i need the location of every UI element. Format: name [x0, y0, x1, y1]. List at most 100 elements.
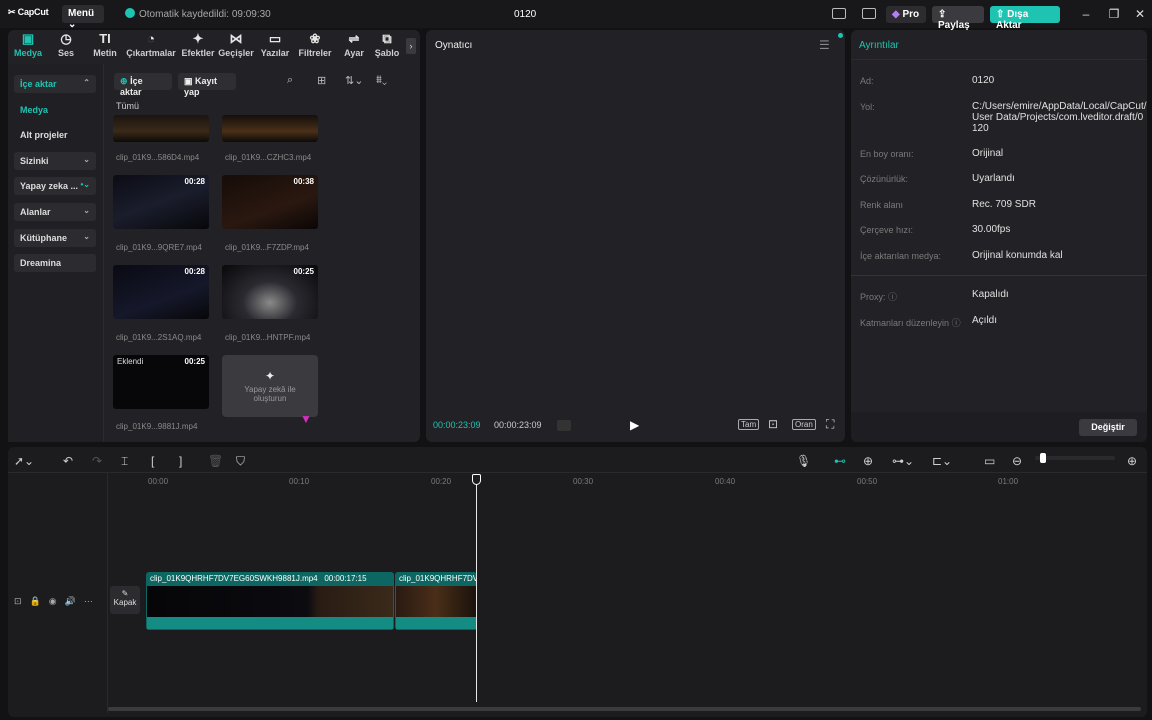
media-thumb[interactable]: Eklendi 00:25 — [113, 355, 209, 409]
search-icon[interactable]: ⌕ — [287, 74, 293, 87]
autosave-status: Otomatik kaydedildi: 09:09:30 — [125, 8, 271, 20]
sidebar-item-dreamina[interactable]: Dreamina — [14, 254, 96, 272]
filters-icon: ❀ — [309, 31, 321, 46]
zoom-slider-handle[interactable] — [1040, 453, 1046, 463]
media-thumb[interactable] — [113, 115, 209, 142]
lock-icon[interactable]: 🔒 — [30, 596, 49, 606]
menu-label: Menü — [68, 8, 95, 19]
tab-captions[interactable]: ▭ Yazılar — [255, 30, 295, 64]
sidebar-item-yours[interactable]: Sizinki ⌄ — [14, 152, 96, 170]
magnet-icon[interactable]: ⊷ — [834, 454, 846, 468]
media-clip-name: clip_01K9...586D4.mp4 — [116, 153, 200, 162]
pro-button[interactable]: ◆ Pro — [886, 6, 926, 23]
filter-icon[interactable]: ⩩⌄ — [376, 74, 387, 87]
tab-effects[interactable]: ✦ Efektler — [178, 30, 218, 64]
detail-value: Rec. 709 SDR — [972, 199, 1036, 210]
ai-create-card[interactable]: ✦ Yapay zekâ ile oluşturun — [222, 355, 318, 417]
media-clip-name: clip_01K9...HNTPF.mp4 — [225, 333, 311, 342]
sidebar-item-spaces[interactable]: Alanlar ⌄ — [14, 203, 96, 221]
tab-media[interactable]: ▣ Medya — [8, 30, 48, 64]
sidebar-item-library[interactable]: Kütüphane ⌄ — [14, 229, 96, 247]
microphone-icon[interactable]: 🎙 — [796, 454, 811, 468]
trim-right-icon[interactable]: ] — [179, 454, 182, 468]
layout-icon[interactable] — [832, 8, 846, 19]
zoom-in-icon[interactable]: ⊕ — [1127, 454, 1137, 468]
media-thumb[interactable] — [222, 115, 318, 142]
sidebar-item-media[interactable]: Medya — [14, 101, 96, 119]
tab-stickers[interactable]: ◔ Çıkartmalar — [126, 30, 176, 64]
clip-name: clip_01K9QHRHF7DV7EG60SWKH9881J.mp4 — [150, 574, 318, 583]
detail-value: Kapalıdı — [972, 289, 1009, 300]
timeline-clip[interactable]: clip_01K9QHRHF7DV7EG60SWKH9881J.mp4 00:0… — [146, 572, 394, 630]
tab-audio[interactable]: ◷ Ses — [46, 30, 86, 64]
tab-filters-label: Filtreler — [298, 48, 332, 58]
media-thumb[interactable]: 00:38 — [222, 175, 318, 229]
eye-icon[interactable]: ◉ — [49, 596, 65, 606]
zoom-out-icon[interactable]: ⊖ — [1012, 454, 1022, 468]
close-icon[interactable]: ✕ — [1132, 6, 1148, 22]
tab-transitions[interactable]: ⋈ Geçişler — [216, 30, 256, 64]
clip-duration: 00:00:17:15 — [324, 574, 367, 583]
tab-text[interactable]: TI Metin — [85, 30, 125, 64]
playhead-handle[interactable] — [472, 474, 481, 485]
select-tool-icon[interactable]: ➚⌄ — [14, 454, 34, 468]
snapshot-icon[interactable]: ⊡ — [768, 417, 778, 431]
ratio-button[interactable]: Oran — [792, 419, 816, 430]
audio-icon[interactable]: 🔊 — [65, 596, 84, 606]
cover-button[interactable]: ✎ Kapak — [110, 586, 140, 614]
shield-icon[interactable]: ⛉ — [236, 454, 245, 469]
tab-adjust-label: Ayar — [344, 48, 364, 58]
detail-value: Açıldı — [972, 315, 998, 326]
chain-icon[interactable]: ⊶⌄ — [892, 454, 914, 468]
preview-axis-icon[interactable]: ⊏⌄ — [932, 454, 952, 468]
detail-label: Yol: — [860, 102, 875, 112]
share-button[interactable]: ⇪ Paylaş — [932, 6, 984, 31]
tab-filters[interactable]: ❀ Filtreler — [295, 30, 335, 64]
sidebar-subprojects-label: Alt projeler — [20, 130, 68, 140]
redo-icon[interactable]: ↷ — [92, 454, 102, 468]
sidebar-item-ai[interactable]: Yapay zeka ... •⌄ — [14, 177, 96, 195]
caption-icon[interactable]: ▭ — [984, 454, 995, 468]
media-thumb[interactable]: 00:28 — [113, 175, 209, 229]
zoom-slider[interactable] — [1035, 456, 1115, 460]
details-title: Ayrıntılar — [859, 40, 899, 51]
transitions-icon: ⋈ — [229, 31, 243, 46]
track-toggle-icon[interactable]: ⊡ — [14, 596, 30, 606]
timecode-toggle[interactable] — [557, 420, 571, 431]
menu-button[interactable]: Menü ⌄ — [62, 5, 104, 30]
playhead[interactable] — [476, 478, 477, 702]
sort-icon[interactable]: ⇅⌄ — [345, 74, 363, 87]
ruler-tick: 01:00 — [998, 477, 1019, 486]
trim-left-icon[interactable]: [ — [151, 454, 154, 468]
more-icon[interactable]: ⋯ — [84, 596, 101, 606]
change-button[interactable]: Değiştir — [1079, 419, 1137, 436]
import-button[interactable]: ⊕ İçe aktar — [114, 73, 172, 97]
media-thumb[interactable]: 00:25 — [222, 265, 318, 319]
timeline-scrollbar[interactable] — [108, 707, 1141, 711]
hamburger-icon[interactable]: ☰ — [819, 38, 830, 52]
full-quality-button[interactable]: Tam — [738, 419, 760, 430]
chevron-right-icon[interactable]: › — [406, 38, 416, 54]
fullscreen-icon[interactable]: ⛶ — [826, 417, 834, 432]
undo-icon[interactable]: ↶ — [63, 454, 73, 468]
media-thumb[interactable]: 00:28 — [113, 265, 209, 319]
sticker-icon: ◔ — [147, 31, 155, 46]
sidebar-item-subprojects[interactable]: Alt projeler — [14, 126, 96, 144]
grid-view-icon[interactable]: ⊞ — [317, 74, 326, 87]
delete-icon[interactable]: 🗑 — [208, 454, 223, 468]
maximize-icon[interactable]: ❐ — [1106, 6, 1122, 22]
track-header-divider — [107, 473, 108, 713]
minimize-icon[interactable]: – — [1078, 6, 1094, 22]
tab-stickers-label: Çıkartmalar — [126, 48, 176, 58]
play-icon[interactable]: ▶ — [630, 418, 639, 432]
text-icon: TI — [99, 31, 111, 46]
timeline-clip[interactable]: clip_01K9QHRHF7DV7 — [395, 572, 477, 630]
media-clip-name: clip_01K9...9881J.mp4 — [116, 422, 198, 431]
link-icon[interactable]: ⊕ — [863, 454, 873, 468]
sidebar-item-import[interactable]: İçe aktar ⌃ — [14, 75, 96, 93]
split-icon[interactable]: ⌶ — [121, 454, 128, 469]
tab-templates[interactable]: ⧉ Şablo — [368, 30, 406, 64]
shortcut-icon[interactable] — [862, 8, 876, 19]
record-button[interactable]: ▣ Kayıt yap — [178, 73, 236, 97]
export-button[interactable]: ⇧ Dışa Aktar — [990, 6, 1060, 31]
